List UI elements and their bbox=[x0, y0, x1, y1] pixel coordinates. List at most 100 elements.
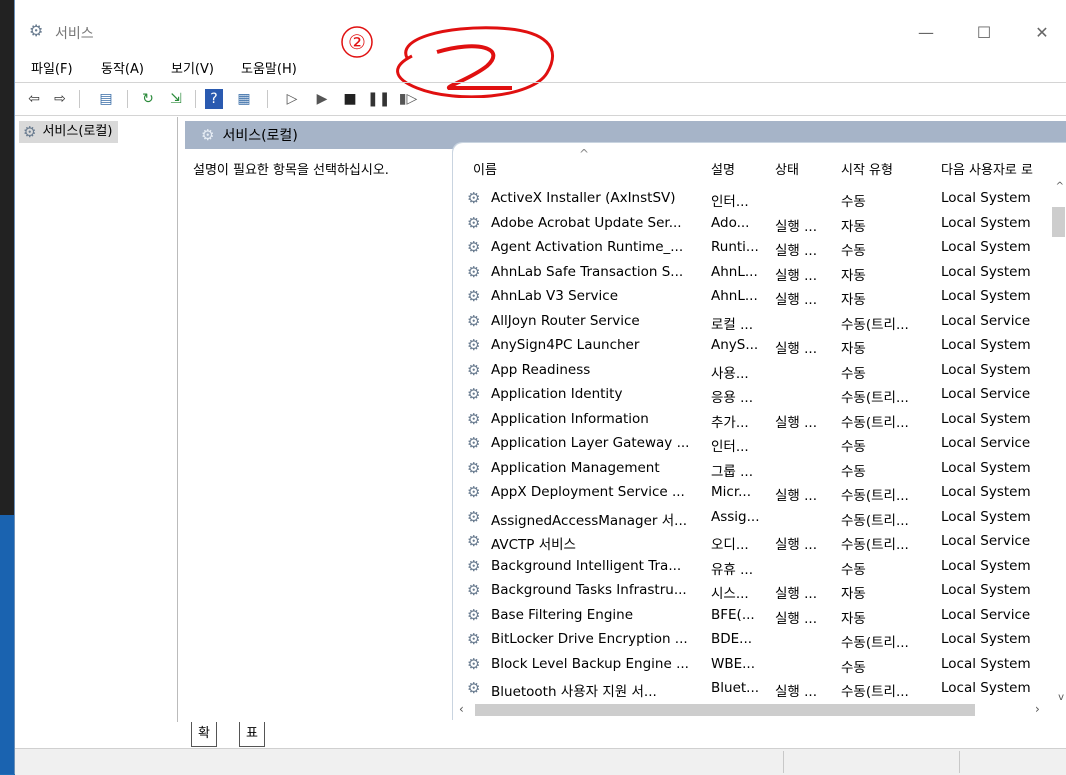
service-name: ActiveX Installer (AxInstSV) bbox=[491, 190, 676, 206]
stop-icon[interactable]: ■ bbox=[339, 89, 361, 109]
service-logon-as: Local System bbox=[941, 582, 1031, 598]
menu-file[interactable]: 파일(F) bbox=[31, 58, 73, 77]
properties-icon[interactable]: ▦ bbox=[233, 89, 255, 109]
export-icon[interactable]: ⇲ bbox=[165, 89, 187, 109]
service-gear-icon: ⚙ bbox=[467, 581, 481, 599]
service-row[interactable]: ⚙ App Readiness 사용... 수동 Local System bbox=[453, 359, 1049, 383]
service-status: 실행 ... bbox=[775, 684, 818, 700]
tab-extended[interactable]: 확장 bbox=[191, 722, 217, 765]
service-description: 추가... bbox=[711, 414, 749, 431]
column-header-name[interactable]: 이름 bbox=[473, 159, 703, 178]
service-logon-as: Local System bbox=[941, 557, 1031, 574]
service-row[interactable]: ⚙ Background Intelligent Tra... 유휴 ... 수동 Lo… bbox=[453, 555, 1049, 579]
refresh-icon[interactable]: ↻ bbox=[137, 89, 159, 109]
service-gear-icon: ⚙ bbox=[467, 360, 481, 379]
toolbar-separator bbox=[127, 90, 128, 108]
service-row[interactable]: ⚙ Bluetooth 사용자 지원 서... Bluet... 실행 ... 수동(트… bbox=[453, 677, 1049, 701]
service-row[interactable]: ⚙ BitLocker Drive Encryption ... BDE... 수동(… bbox=[453, 628, 1049, 652]
service-gear-icon: ⚙ bbox=[467, 556, 481, 575]
service-startup-type: 자동 bbox=[841, 267, 866, 284]
toolbar-separator bbox=[195, 90, 196, 108]
maximize-button[interactable]: ☐ bbox=[961, 18, 1007, 48]
service-row[interactable]: ⚙ Application Layer Gateway ... 인터... 수동 Loc… bbox=[453, 432, 1049, 456]
service-row[interactable]: ⚙ AppX Deployment Service ... Micr... 실행 ..… bbox=[453, 481, 1049, 505]
service-row[interactable]: ⚙ Adobe Acrobat Update Ser... Ado... 실행 ...… bbox=[453, 212, 1049, 236]
service-name: Application Identity bbox=[491, 386, 623, 402]
service-name: AllJoyn Router Service bbox=[491, 312, 640, 329]
service-status: 실행 ... bbox=[775, 341, 818, 357]
minimize-button[interactable]: — bbox=[903, 18, 949, 48]
menu-help[interactable]: 도움말(H) bbox=[241, 58, 297, 77]
service-row[interactable]: ⚙ AllJoyn Router Service 로컬 ... 수동(트리... Loc… bbox=[453, 310, 1049, 334]
scroll-right-icon[interactable]: › bbox=[1035, 702, 1040, 716]
service-gear-icon: ⚙ bbox=[467, 238, 481, 256]
service-gear-icon: ⚙ bbox=[467, 679, 481, 697]
restart-icon[interactable]: ▮▷ bbox=[397, 89, 419, 109]
service-name: Application Layer Gateway ... bbox=[491, 435, 690, 451]
service-logon-as: Local System bbox=[941, 288, 1031, 304]
pause-icon[interactable]: ❚❚ bbox=[367, 89, 390, 109]
service-status: 실행 ... bbox=[775, 586, 818, 602]
service-row[interactable]: ⚙ Background Tasks Infrastru... 시스... 실행 ..… bbox=[453, 579, 1049, 603]
annotation-circled-number: ② bbox=[348, 30, 366, 54]
service-row[interactable]: ⚙ Agent Activation Runtime_... Runti... 실행 … bbox=[453, 236, 1049, 260]
scroll-left-icon[interactable]: ‹ bbox=[459, 702, 464, 716]
show-tree-icon[interactable]: ▤ bbox=[95, 89, 117, 109]
service-row[interactable]: ⚙ AssignedAccessManager 서... Assig... 수동(트리… bbox=[453, 506, 1049, 530]
service-name: Agent Activation Runtime_... bbox=[491, 239, 684, 255]
service-startup-type: 수동(트리... bbox=[841, 390, 909, 406]
service-logon-as: Local Service bbox=[941, 386, 1031, 402]
menu-view[interactable]: 보기(V) bbox=[171, 58, 214, 77]
service-row[interactable]: ⚙ ActiveX Installer (AxInstSV) 인터... 수동 Loca… bbox=[453, 187, 1049, 211]
service-row[interactable]: ⚙ Application Information 추가... 실행 ... 수동(트리… bbox=[453, 408, 1049, 432]
close-button[interactable]: ✕ bbox=[1019, 18, 1065, 48]
service-row[interactable]: ⚙ Application Identity 응용 ... 수동(트리... Local… bbox=[453, 383, 1049, 407]
service-status: 실행 ... bbox=[775, 488, 818, 504]
column-header-status[interactable]: 상태 bbox=[775, 159, 835, 178]
service-row[interactable]: ⚙ Base Filtering Engine BFE(... 실행 ... 자동 Loc… bbox=[453, 604, 1049, 628]
service-name: Adobe Acrobat Update Ser... bbox=[491, 214, 682, 231]
content-header-title: 서비스(로컬) bbox=[222, 128, 298, 144]
service-row[interactable]: ⚙ Block Level Backup Engine ... WBE... 수동 Lo… bbox=[453, 653, 1049, 677]
service-gear-icon: ⚙ bbox=[467, 287, 481, 305]
service-logon-as: Local System bbox=[941, 459, 1031, 476]
start-icon[interactable]: ▷ bbox=[281, 89, 303, 109]
list-header: ^ 이름 설명 상태 시작 유형 다음 사용자로 로 bbox=[453, 143, 1066, 185]
console-tree: ⚙ 서비스(로컬) bbox=[15, 117, 178, 722]
service-row[interactable]: ⚙ AVCTP 서비스 오디... 실행 ... 수동(트리... Local Servi… bbox=[453, 530, 1049, 554]
service-description: AnyS... bbox=[711, 337, 759, 353]
column-header-description[interactable]: 설명 bbox=[711, 159, 771, 178]
help-icon[interactable]: ? bbox=[205, 89, 223, 109]
horizontal-scroll-thumb[interactable] bbox=[475, 704, 975, 716]
service-row[interactable]: ⚙ AhnLab V3 Service AhnL... 실행 ... 자동 Local S… bbox=[453, 285, 1049, 309]
service-gear-icon: ⚙ bbox=[467, 605, 481, 624]
service-name: AnySign4PC Launcher bbox=[491, 337, 640, 353]
column-header-logon-as[interactable]: 다음 사용자로 로 bbox=[941, 159, 1049, 178]
service-row[interactable]: ⚙ AnySign4PC Launcher AnyS... 실행 ... 자동 Local… bbox=[453, 334, 1049, 358]
tree-item-services-local[interactable]: ⚙ 서비스(로컬) bbox=[19, 121, 119, 143]
service-logon-as: Local System bbox=[941, 410, 1031, 427]
services-list: ^ 이름 설명 상태 시작 유형 다음 사용자로 로 ⚙ ActiveX Inst… bbox=[453, 143, 1066, 721]
status-divider bbox=[959, 751, 960, 773]
tab-standard[interactable]: 표준 bbox=[239, 722, 265, 765]
menu-action[interactable]: 동작(A) bbox=[101, 58, 144, 77]
column-header-startup-type[interactable]: 시작 유형 bbox=[841, 159, 937, 178]
service-startup-type: 수동(트리... bbox=[841, 537, 909, 553]
service-row[interactable]: ⚙ AhnLab Safe Transaction S... AhnL... 실행 .… bbox=[453, 261, 1049, 285]
scroll-down-icon[interactable]: v bbox=[1058, 692, 1064, 703]
service-row[interactable]: ⚙ Application Management 그룹 ... 수동 Local Sys… bbox=[453, 457, 1049, 481]
forward-icon[interactable]: ⇨ bbox=[49, 89, 71, 109]
service-description: 인터... bbox=[711, 439, 749, 455]
service-startup-type: 수동 bbox=[841, 659, 866, 676]
service-startup-type: 자동 bbox=[841, 341, 866, 357]
vertical-scroll-thumb[interactable] bbox=[1052, 207, 1065, 237]
vertical-scrollbar[interactable]: ^ v bbox=[1050, 181, 1066, 703]
horizontal-scrollbar[interactable]: ‹ › bbox=[453, 701, 1049, 719]
services-gear-icon: ⚙ bbox=[29, 21, 44, 40]
back-icon[interactable]: ⇦ bbox=[23, 89, 45, 109]
scroll-up-icon[interactable]: ^ bbox=[1056, 181, 1064, 192]
service-description: AhnL... bbox=[711, 263, 758, 280]
service-logon-as: Local System bbox=[941, 263, 1031, 280]
start-alt-icon[interactable]: ▶ bbox=[311, 89, 333, 109]
service-description: AhnL... bbox=[711, 288, 758, 304]
